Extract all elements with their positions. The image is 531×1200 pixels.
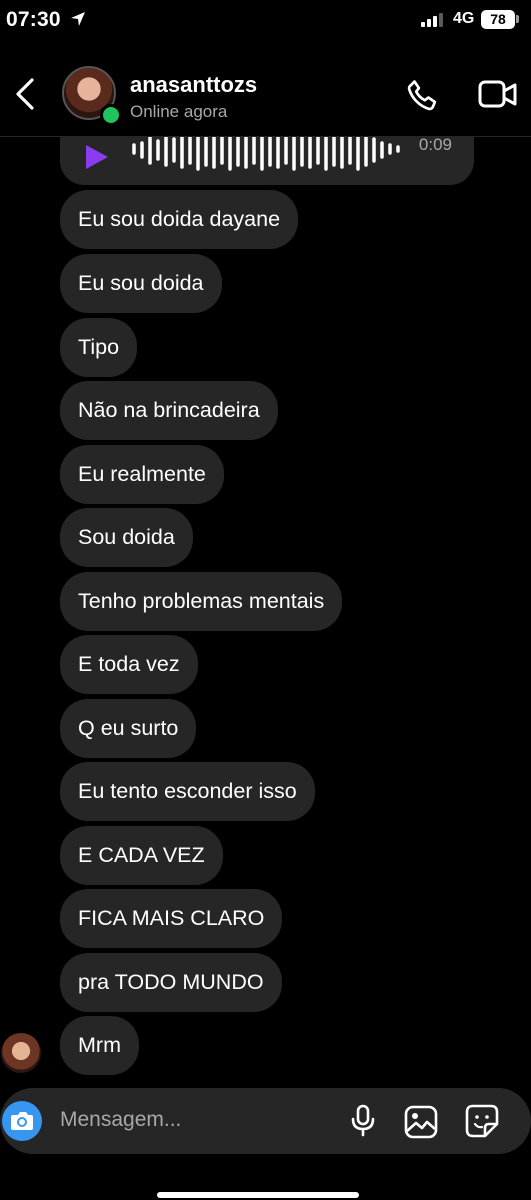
message-bubble[interactable]: Q eu surto [60,699,197,758]
online-indicator [100,104,122,126]
microphone-icon[interactable] [350,1104,376,1138]
battery-nub [516,15,519,23]
message-bubble[interactable]: Mrm [60,1016,139,1075]
message-bubble[interactable]: Eu tento esconder isso [60,762,315,821]
audio-message[interactable]: 0:09 [60,137,474,185]
signal-icon [421,13,443,27]
audio-waveform [132,137,400,171]
message-bubble[interactable]: E toda vez [60,635,198,694]
gallery-icon[interactable] [404,1105,438,1139]
message-bubble[interactable]: Eu sou doida dayane [60,190,299,249]
presence-status: Online agora [130,102,228,121]
back-chevron-icon[interactable] [8,72,42,116]
message-bubble[interactable]: pra TODO MUNDO [60,953,282,1012]
message-bubble[interactable]: FICA MAIS CLARO [60,889,283,948]
message-bubble[interactable]: Eu realmente [60,445,224,504]
status-bar: 07:30 4G 78 [0,0,531,44]
camera-button[interactable] [2,1101,42,1141]
camera-icon [11,1112,33,1130]
phone-call-icon[interactable] [404,76,442,114]
sticker-icon[interactable] [465,1104,499,1138]
status-time: 07:30 [6,8,61,31]
location-arrow-icon [71,12,85,26]
message-bubble[interactable]: Não na brincadeira [60,381,278,440]
contact-username[interactable]: anasanttozs [130,72,257,98]
message-input[interactable]: Mensagem... [60,1108,181,1132]
message-bubble[interactable]: E CADA VEZ [60,826,223,885]
battery-icon: 78 [481,10,515,29]
chat-header: anasanttozs Online agora [0,52,531,137]
home-indicator [157,1192,359,1198]
message-bubble[interactable]: Eu sou doida [60,254,222,313]
message-bubble[interactable]: Tipo [60,318,138,377]
network-type: 4G [453,10,475,27]
message-bubble[interactable]: Tenho problemas mentais [60,572,343,631]
message-composer: Mensagem... [0,1088,531,1154]
sender-avatar [1,1033,41,1073]
message-thread[interactable]: 0:09 Eu sou doida dayane Eu sou doida Ti… [0,137,531,1087]
video-call-icon[interactable] [478,78,518,112]
message-bubble[interactable]: Sou doida [60,508,193,567]
audio-duration: 0:09 [418,137,452,154]
play-icon[interactable] [84,145,110,169]
